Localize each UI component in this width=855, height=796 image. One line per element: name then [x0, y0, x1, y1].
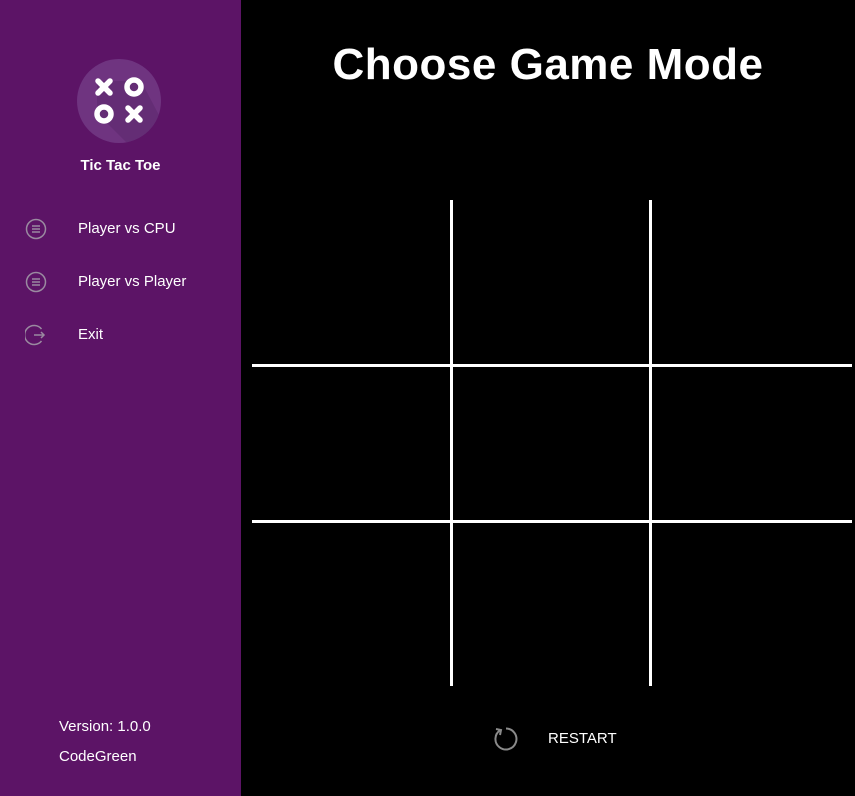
- board-cell-9[interactable]: [652, 523, 852, 686]
- nav-player-vs-player[interactable]: Player vs Player: [0, 262, 241, 302]
- board-cell-8[interactable]: [453, 523, 649, 686]
- menu-circle-icon: [25, 271, 47, 293]
- board-cell-7[interactable]: [252, 523, 450, 686]
- nav-label: Player vs CPU: [78, 220, 176, 237]
- author-label: CodeGreen: [59, 748, 137, 765]
- app-logo-icon: [77, 59, 161, 143]
- exit-icon: [25, 324, 46, 346]
- menu-circle-icon: [25, 218, 47, 240]
- nav-player-vs-cpu[interactable]: Player vs CPU: [0, 209, 241, 249]
- nav-exit[interactable]: Exit: [0, 315, 241, 355]
- nav-label: Player vs Player: [78, 273, 187, 290]
- restart-icon[interactable]: [492, 725, 520, 753]
- board-cell-2[interactable]: [453, 200, 649, 364]
- restart-button[interactable]: RESTART: [548, 730, 617, 747]
- grid-line-vertical: [450, 200, 453, 686]
- grid-line-horizontal: [252, 520, 852, 523]
- page-title: Choose Game Mode: [332, 40, 764, 89]
- board-cell-6[interactable]: [652, 367, 852, 520]
- board-cell-4[interactable]: [252, 367, 450, 520]
- board-cell-3[interactable]: [652, 200, 852, 364]
- board-cell-1[interactable]: [252, 200, 450, 364]
- grid-line-horizontal: [252, 364, 852, 367]
- sidebar: Tic Tac Toe Player vs CPU Player vs Play…: [0, 0, 241, 796]
- nav-label: Exit: [78, 326, 104, 343]
- game-board: [252, 200, 852, 686]
- version-label: Version: 1.0.0: [59, 718, 151, 735]
- board-cell-5[interactable]: [453, 367, 649, 520]
- grid-line-vertical: [649, 200, 652, 686]
- app-title: Tic Tac Toe: [80, 157, 161, 174]
